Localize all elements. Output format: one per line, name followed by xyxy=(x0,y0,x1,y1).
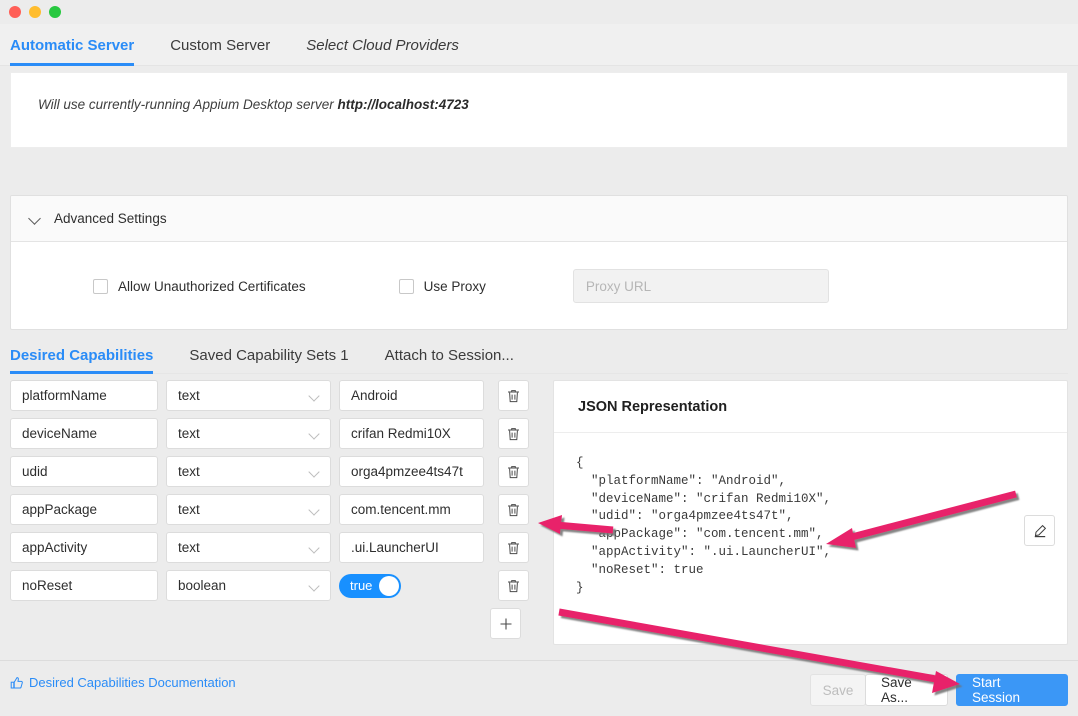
capability-row: text xyxy=(10,380,540,411)
tab-select-cloud-providers[interactable]: Select Cloud Providers xyxy=(306,37,459,65)
capability-value-input[interactable] xyxy=(339,380,484,411)
save-button[interactable]: Save xyxy=(810,674,866,706)
capability-row: boolean true xyxy=(10,570,540,601)
tab-saved-capability-sets[interactable]: Saved Capability Sets 1 xyxy=(189,347,348,373)
allow-unauthorized-certificates-label: Allow Unauthorized Certificates xyxy=(118,279,306,294)
json-code-block: { "platformName": "Android", "deviceName… xyxy=(576,455,1067,597)
delete-capability-button[interactable] xyxy=(498,418,529,449)
capability-type-value: boolean xyxy=(178,578,226,593)
delete-capability-button[interactable] xyxy=(498,494,529,525)
advanced-settings-panel: Advanced Settings Allow Unauthorized Cer… xyxy=(10,195,1068,330)
thumbs-up-icon xyxy=(10,676,24,690)
server-info-card: Will use currently-running Appium Deskto… xyxy=(10,72,1068,148)
trash-icon xyxy=(507,541,520,555)
trash-icon xyxy=(507,427,520,441)
json-panel-title: JSON Representation xyxy=(578,399,727,415)
trash-icon xyxy=(507,389,520,403)
tab-desired-capabilities[interactable]: Desired Capabilities xyxy=(10,347,153,373)
capability-boolean-wrap: true xyxy=(339,574,484,598)
server-info-url: http://localhost:4723 xyxy=(338,97,469,112)
capability-type-select[interactable]: text xyxy=(166,532,331,563)
capability-type-value: text xyxy=(178,502,200,517)
save-as-button[interactable]: Save As... xyxy=(865,674,948,706)
capability-name-input[interactable] xyxy=(10,532,158,563)
chevron-down-icon xyxy=(310,544,319,553)
window-titlebar xyxy=(0,0,1078,24)
capability-type-select[interactable]: text xyxy=(166,380,331,411)
use-proxy-label: Use Proxy xyxy=(424,279,486,294)
checkbox-box-icon xyxy=(93,279,108,294)
footer-divider xyxy=(0,660,1078,661)
advanced-settings-header[interactable]: Advanced Settings xyxy=(11,196,1067,242)
edit-json-button[interactable] xyxy=(1024,515,1055,546)
toggle-knob xyxy=(379,576,399,596)
capability-value-input[interactable] xyxy=(339,494,484,525)
start-session-button[interactable]: Start Session xyxy=(956,674,1068,706)
capability-value-input[interactable] xyxy=(339,418,484,449)
capability-type-select[interactable]: text xyxy=(166,418,331,449)
capability-type-select[interactable]: text xyxy=(166,494,331,525)
capability-boolean-toggle[interactable]: true xyxy=(339,574,401,598)
add-capability-button[interactable] xyxy=(490,608,521,639)
delete-capability-button[interactable] xyxy=(498,380,529,411)
capability-row: text xyxy=(10,456,540,487)
checkbox-box-icon xyxy=(399,279,414,294)
capability-name-input[interactable] xyxy=(10,418,158,449)
json-representation-panel: JSON Representation { "platformName": "A… xyxy=(553,380,1068,645)
trash-icon xyxy=(507,503,520,517)
capabilities-tab-bar: Desired Capabilities Saved Capability Se… xyxy=(10,338,1068,374)
trash-icon xyxy=(507,465,520,479)
delete-capability-button[interactable] xyxy=(498,532,529,563)
window-minimize-button[interactable] xyxy=(29,6,41,18)
desired-capabilities-documentation-link[interactable]: Desired Capabilities Documentation xyxy=(10,675,236,690)
tab-custom-server[interactable]: Custom Server xyxy=(170,37,270,65)
capability-type-select[interactable]: boolean xyxy=(166,570,331,601)
capability-value-input[interactable] xyxy=(339,532,484,563)
appium-desired-capabilities-window: Automatic Server Custom Server Select Cl… xyxy=(0,0,1078,716)
advanced-settings-body: Allow Unauthorized Certificates Use Prox… xyxy=(11,242,1067,330)
use-proxy-checkbox[interactable]: Use Proxy xyxy=(399,279,486,294)
capability-row: text xyxy=(10,494,540,525)
server-info-prefix: Will use currently-running Appium Deskto… xyxy=(38,97,338,112)
capability-row: text xyxy=(10,532,540,563)
capability-type-select[interactable]: text xyxy=(166,456,331,487)
window-close-button[interactable] xyxy=(9,6,21,18)
trash-icon xyxy=(507,579,520,593)
documentation-link-label: Desired Capabilities Documentation xyxy=(29,675,236,690)
server-info-text: Will use currently-running Appium Deskto… xyxy=(38,97,469,112)
json-panel-body: { "platformName": "Android", "deviceName… xyxy=(554,433,1067,645)
chevron-down-icon xyxy=(310,468,319,477)
chevron-down-icon xyxy=(310,430,319,439)
tab-automatic-server[interactable]: Automatic Server xyxy=(10,37,134,65)
chevron-down-icon xyxy=(29,212,42,225)
capability-type-value: text xyxy=(178,388,200,403)
advanced-settings-title: Advanced Settings xyxy=(54,211,167,226)
add-capability-row xyxy=(490,608,540,639)
tab-attach-to-session[interactable]: Attach to Session... xyxy=(385,347,514,373)
proxy-url-input[interactable] xyxy=(573,269,829,303)
delete-capability-button[interactable] xyxy=(498,570,529,601)
capability-type-value: text xyxy=(178,426,200,441)
chevron-down-icon xyxy=(310,392,319,401)
allow-unauthorized-certificates-checkbox[interactable]: Allow Unauthorized Certificates xyxy=(93,279,306,294)
capability-type-value: text xyxy=(178,464,200,479)
window-maximize-button[interactable] xyxy=(49,6,61,18)
pencil-icon xyxy=(1033,524,1047,538)
chevron-down-icon xyxy=(310,582,319,591)
chevron-down-icon xyxy=(310,506,319,515)
capability-value-input[interactable] xyxy=(339,456,484,487)
capability-name-input[interactable] xyxy=(10,456,158,487)
json-panel-header: JSON Representation xyxy=(554,381,1067,433)
toggle-label: true xyxy=(350,577,372,595)
capability-type-value: text xyxy=(178,540,200,555)
capability-row: text xyxy=(10,418,540,449)
server-tab-bar: Automatic Server Custom Server Select Cl… xyxy=(0,24,1078,66)
footer-button-group: Save Save As... Start Session xyxy=(810,674,1068,706)
capability-name-input[interactable] xyxy=(10,570,158,601)
capabilities-editor: text text xyxy=(10,380,540,645)
plus-icon xyxy=(499,617,513,631)
capability-name-input[interactable] xyxy=(10,380,158,411)
capability-name-input[interactable] xyxy=(10,494,158,525)
delete-capability-button[interactable] xyxy=(498,456,529,487)
